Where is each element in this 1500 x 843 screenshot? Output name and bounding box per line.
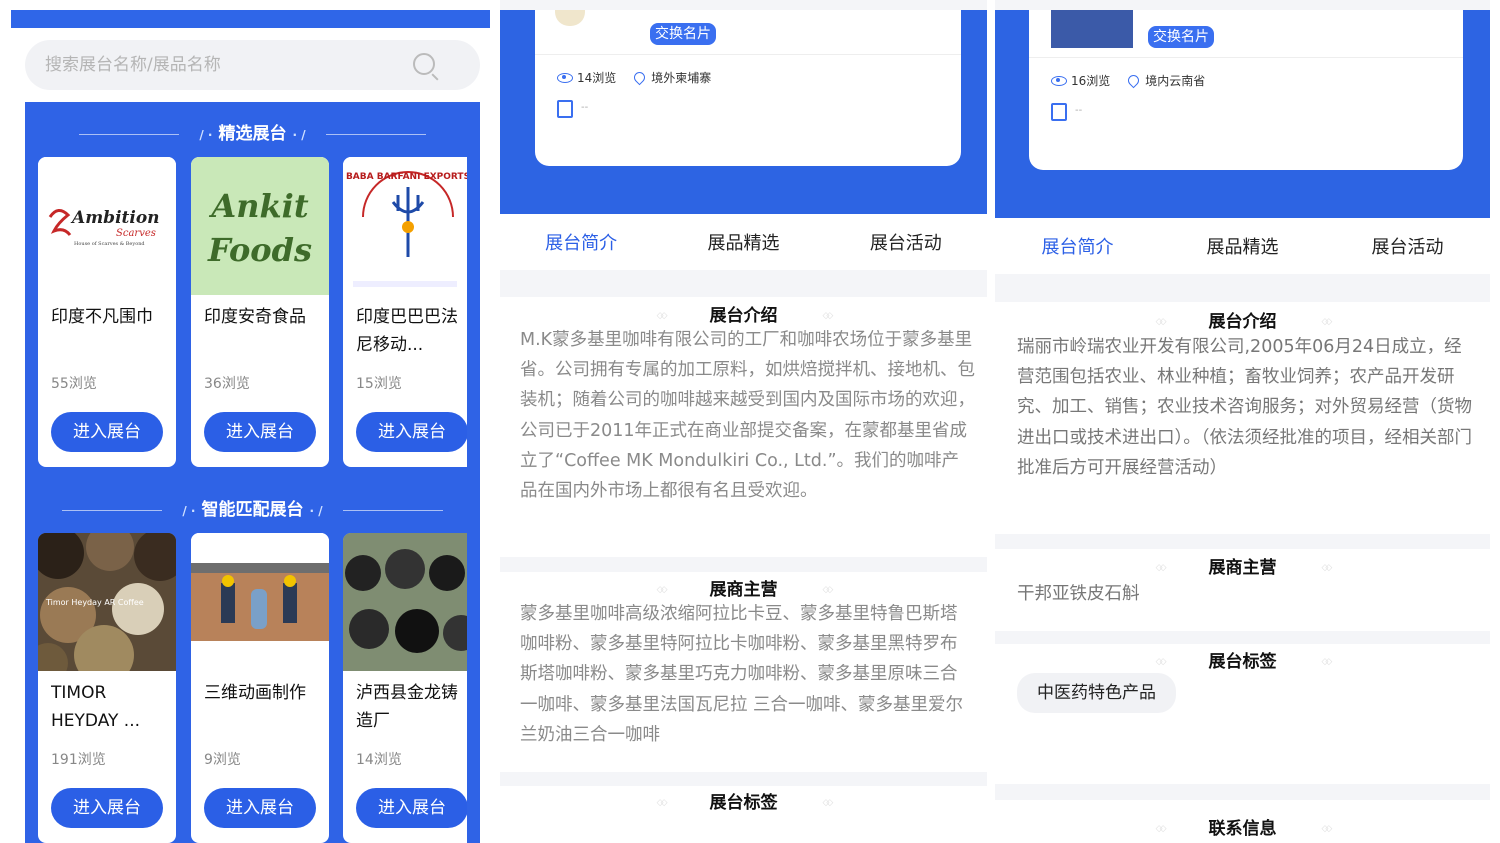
booth-card[interactable]: 三维动画制作 9浏览 进入展台 (191, 533, 329, 843)
booth-image: Timor Heyday AR Coffee (38, 533, 176, 671)
tags-title: 展台标签 (500, 788, 987, 813)
intro-text: 瑞丽市岭瑞农业开发有限公司,2005年06月24日成立，经营范围包括农业、林业种… (1017, 337, 1472, 478)
tab-products[interactable]: 展品精选 (1207, 233, 1279, 259)
tab-intro[interactable]: 展台简介 (1042, 233, 1114, 259)
booth-card[interactable]: BABA BARFANI EXPORTS 印度巴巴巴法尼移动... 15浏览 进… (343, 157, 467, 467)
tab-intro[interactable]: 展台简介 (545, 229, 617, 255)
business-block: 展商主营 干邦亚铁皮石斛 (995, 549, 1490, 631)
business-block: 展商主营 蒙多基里咖啡高级浓缩阿拉比卡豆、蒙多基里特鲁巴斯塔咖啡粉、蒙多基里特阿… (500, 572, 987, 772)
search-box[interactable] (25, 40, 480, 90)
tab-activities[interactable]: 展台活动 (1372, 233, 1444, 259)
enter-booth-button[interactable]: 进入展台 (356, 412, 467, 452)
business-text: 干邦亚铁皮石斛 (1017, 584, 1140, 604)
business-text: 蒙多基里咖啡高级浓缩阿拉比卡豆、蒙多基里特鲁巴斯塔咖啡粉、蒙多基里特阿拉比卡咖啡… (520, 604, 964, 745)
enter-booth-button[interactable]: 进入展台 (51, 412, 163, 452)
view-count: 14浏览 (356, 752, 402, 768)
business-title: 展商主营 (500, 575, 987, 600)
location-text: 境内云南省 (1145, 74, 1206, 88)
view-count: 14浏览 (577, 71, 617, 85)
booth-meta: 14浏览 境外柬埔寨 (557, 69, 711, 86)
booth-tag[interactable]: 中医药特色产品 (1017, 673, 1176, 713)
booth-section: / · 精选展台 · / Ambition Scarves House of Sca… (25, 102, 480, 843)
eye-icon (557, 72, 573, 83)
intro-block: 展台介绍 瑞丽市岭瑞农业开发有限公司,2005年06月24日成立，经营范围包括农… (995, 302, 1490, 534)
booth-image (191, 533, 329, 671)
booth-detail-panel-1: 交换名片 14浏览 境外柬埔寨 -- 展台简介 展品精选 展台活动 展台介绍 M… (500, 0, 987, 843)
exchange-card-button[interactable]: 交换名片 (1148, 26, 1214, 48)
booth-card[interactable]: Timor Heyday AR Coffee TIMOR HEYDAY ... … (38, 533, 176, 843)
svg-text:Scarves: Scarves (116, 228, 156, 239)
view-count: 55浏览 (51, 376, 97, 392)
booth-name: 泸西县金龙铸造厂 (356, 683, 458, 731)
svg-text:House of Scarves & Beyond: House of Scarves & Beyond (74, 241, 145, 247)
svg-text:Foods: Foods (207, 231, 312, 269)
booth-detail-panel-2: 交换名片 16浏览 境内云南省 -- 展台简介 展品精选 展台活动 展台介绍 瑞… (995, 0, 1490, 843)
matched-section-title: / · 智能匹配展台 · / (25, 495, 480, 520)
location-text: 境外柬埔寨 (651, 71, 712, 85)
contact-title: 联系信息 (995, 814, 1490, 839)
booth-image (343, 533, 467, 671)
address-text: -- (581, 102, 589, 113)
building-icon (557, 100, 573, 118)
view-count: 191浏览 (51, 752, 106, 768)
search-icon[interactable] (413, 53, 435, 75)
business-title: 展商主营 (995, 553, 1490, 578)
booth-name: 印度巴巴巴法尼移动... (356, 307, 458, 355)
tags-block: 展台标签 (500, 786, 987, 843)
booth-tabs: 展台简介 展品精选 展台活动 (995, 218, 1490, 274)
booth-logo: BABA BARFANI EXPORTS (343, 157, 467, 295)
eye-icon (1051, 75, 1067, 86)
enter-booth-button[interactable]: 进入展台 (204, 788, 316, 828)
exchange-card-button[interactable]: 交换名片 (650, 23, 716, 45)
tab-activities[interactable]: 展台活动 (870, 229, 942, 255)
booth-logo: Ambition Scarves House of Scarves & Beyo… (38, 157, 176, 295)
tab-products[interactable]: 展品精选 (707, 229, 779, 255)
svg-text:Ankit: Ankit (208, 187, 308, 225)
enter-booth-button[interactable]: 进入展台 (51, 788, 163, 828)
booth-name: TIMOR HEYDAY ... (51, 683, 141, 731)
logo-text: Ambition (70, 208, 160, 228)
booth-meta: 16浏览 境内云南省 (1051, 72, 1205, 89)
tags-block: 展台标签 中医药特色产品 (995, 644, 1490, 784)
booth-name: 印度安奇食品 (204, 307, 306, 327)
building-icon (1051, 103, 1067, 121)
svg-text:BABA BARFANI EXPORTS: BABA BARFANI EXPORTS (346, 172, 467, 182)
search-input[interactable] (45, 55, 405, 75)
exhibition-list-panel: / ·精选展台· / Ambition Scarves House of Sca… (0, 0, 492, 843)
enter-booth-button[interactable]: 进入展台 (356, 788, 467, 828)
booth-name: 三维动画制作 (204, 683, 306, 703)
featured-section-title: / · 精选展台 · / (25, 119, 480, 144)
view-count: 9浏览 (204, 752, 241, 768)
view-count: 16浏览 (1071, 74, 1111, 88)
view-count: 15浏览 (356, 376, 402, 392)
enter-booth-button[interactable]: 进入展台 (204, 412, 316, 452)
booth-card[interactable]: Ankit Foods 印度安奇食品 36浏览 进入展台 (191, 157, 329, 467)
intro-title: 展台介绍 (500, 301, 987, 326)
location-pin-icon (1126, 72, 1142, 89)
top-bar (11, 10, 490, 28)
view-count: 36浏览 (204, 376, 250, 392)
svg-text:Timor Heyday AR Coffee: Timor Heyday AR Coffee (45, 598, 144, 607)
booth-tabs: 展台简介 展品精选 展台活动 (500, 214, 987, 270)
booth-info-card: 交换名片 14浏览 境外柬埔寨 -- (535, 10, 961, 166)
intro-title: 展台介绍 (995, 307, 1490, 332)
booth-info-card: 交换名片 16浏览 境内云南省 -- (1029, 10, 1463, 170)
booth-logo (1051, 10, 1133, 48)
location-pin-icon (632, 69, 648, 86)
tags-title: 展台标签 (995, 647, 1490, 672)
intro-text: M.K蒙多基里咖啡有限公司的工厂和咖啡农场位于蒙多基里省。公司拥有专属的加工原料… (520, 330, 975, 502)
booth-card[interactable]: Ambition Scarves House of Scarves & Beyo… (38, 157, 176, 467)
address-text: -- (1075, 105, 1083, 116)
contact-block: 联系信息 (995, 800, 1490, 843)
booth-logo (555, 10, 585, 26)
booth-logo: Ankit Foods (191, 157, 329, 295)
booth-name: 印度不凡围巾 (51, 307, 153, 327)
booth-card[interactable]: 泸西县金龙铸造厂 14浏览 进入展台 (343, 533, 467, 843)
intro-block: 展台介绍 M.K蒙多基里咖啡有限公司的工厂和咖啡农场位于蒙多基里省。公司拥有专属… (500, 297, 987, 557)
